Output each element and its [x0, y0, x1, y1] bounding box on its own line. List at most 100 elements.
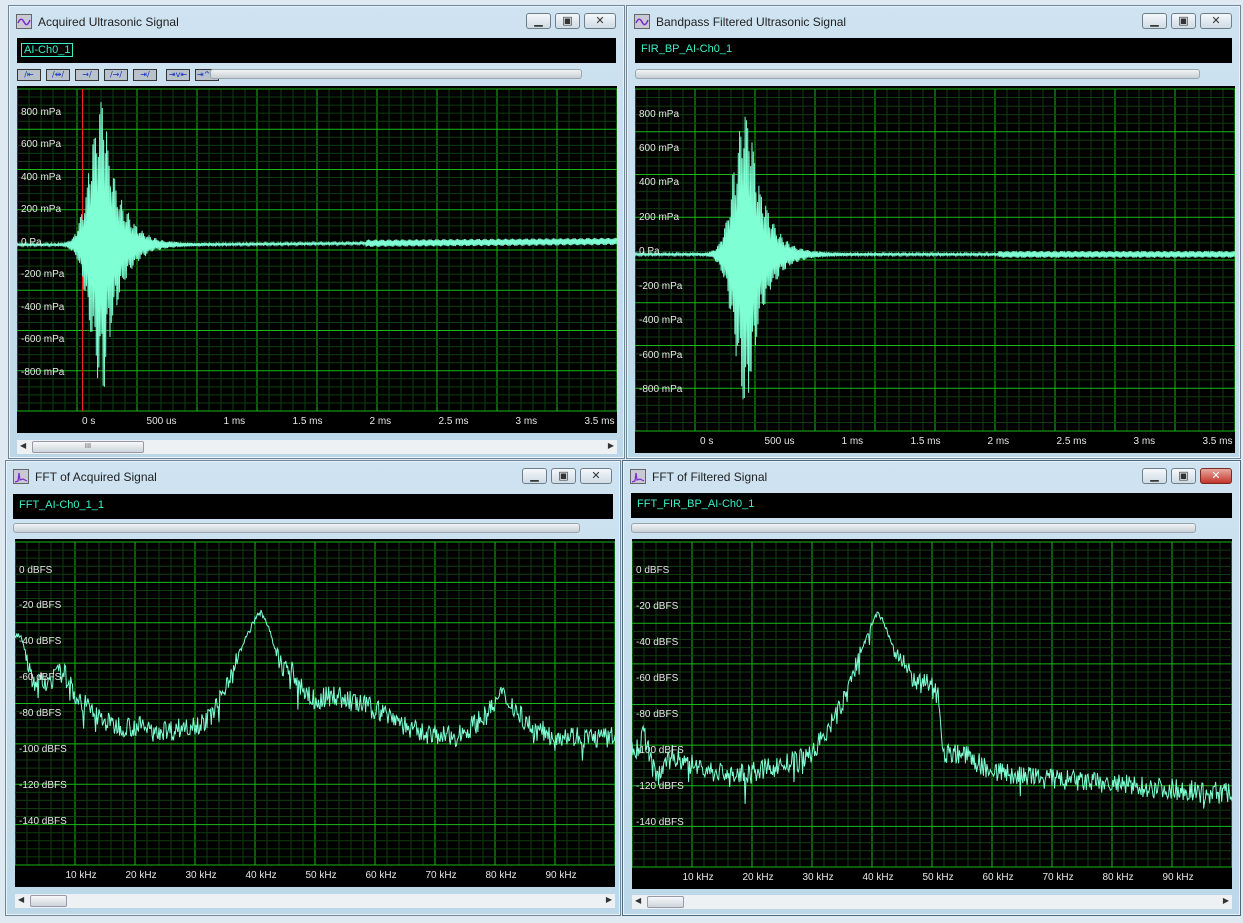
x-tick-label: 1 ms: [224, 416, 246, 427]
position-slider[interactable]: [631, 523, 1196, 533]
scroll-thumb[interactable]: III: [32, 441, 144, 453]
y-tick-label: -40 dBFS: [636, 637, 678, 648]
channel-label[interactable]: FFT_FIR_BP_AI-Ch0_1: [635, 498, 756, 510]
cursor-down-button[interactable]: ⇥v⇤: [166, 69, 190, 81]
scroll-left-arrow[interactable]: ◀: [18, 895, 24, 904]
x-tick-label: 2.5 ms: [1056, 436, 1086, 447]
channel-label[interactable]: FIR_BP_AI-Ch0_1: [639, 43, 734, 55]
close-button[interactable]: ✕: [580, 468, 612, 484]
y-tick-label: 800 mPa: [639, 109, 679, 120]
x-tick-label: 80 kHz: [486, 870, 517, 881]
channel-label[interactable]: AI-Ch0_1: [21, 43, 73, 57]
scroll-left-arrow[interactable]: ◀: [635, 896, 641, 905]
y-tick-label: -100 dBFS: [19, 744, 67, 755]
x-tick-label: 2.5 ms: [438, 416, 468, 427]
position-slider[interactable]: [13, 523, 580, 533]
title-bar[interactable]: Bandpass Filtered Ultrasonic Signal ▁ ▣ …: [627, 6, 1240, 38]
y-tick-label: -200 mPa: [21, 269, 64, 280]
x-tick-label: 2 ms: [988, 436, 1010, 447]
minimize-button[interactable]: ▁: [1142, 468, 1167, 484]
scroll-left-arrow[interactable]: ◀: [20, 441, 26, 450]
spectrum-plot[interactable]: 0 dBFS-20 dBFS-40 dBFS-60 dBFS-80 dBFS-1…: [632, 539, 1232, 889]
title-bar[interactable]: FFT of Filtered Signal ▁ ▣ ✕: [623, 461, 1240, 493]
y-tick-label: 600 mPa: [639, 143, 679, 154]
scroll-thumb[interactable]: [30, 895, 67, 907]
zoom-in-both-button[interactable]: /→/: [104, 69, 128, 81]
y-tick-label: -80 dBFS: [19, 708, 61, 719]
y-tick-label: -60 dBFS: [636, 673, 678, 684]
maximize-button[interactable]: ▣: [1171, 13, 1196, 29]
y-tick-label: 800 mPa: [21, 107, 61, 118]
spectrum-icon: [13, 469, 29, 484]
y-tick-label: -140 dBFS: [636, 817, 684, 828]
minimize-button[interactable]: ▁: [522, 468, 547, 484]
maximize-button[interactable]: ▣: [555, 13, 580, 29]
y-tick-label: 400 mPa: [21, 172, 61, 183]
y-tick-label: -600 mPa: [639, 350, 682, 361]
scroll-thumb[interactable]: [647, 896, 684, 908]
scroll-right-arrow[interactable]: ▶: [608, 441, 614, 450]
acquired-signal-window: Acquired Ultrasonic Signal ▁ ▣ ✕ AI-Ch0_…: [8, 5, 625, 459]
channel-bar: FFT_FIR_BP_AI-Ch0_1: [631, 493, 1232, 518]
window-title: FFT of Acquired Signal: [35, 470, 157, 484]
zoom-toolbar: /⇤ /⇹/ →/ /→/ ⇥/ ⇥v⇤ ⇥^⇤: [17, 69, 219, 81]
x-tick-label: 3.5 ms: [1202, 436, 1232, 447]
plot-canvas: [17, 86, 617, 433]
x-tick-label: 1 ms: [842, 436, 864, 447]
x-tick-label: 1.5 ms: [911, 436, 941, 447]
channel-bar: FIR_BP_AI-Ch0_1: [635, 38, 1232, 63]
y-tick-label: -100 dBFS: [636, 745, 684, 756]
fft-acquired-window: FFT of Acquired Signal ▁ ▣ ✕ FFT_AI-Ch0_…: [5, 460, 621, 916]
x-tick-label: 40 kHz: [246, 870, 277, 881]
plot-canvas: [635, 86, 1235, 453]
x-tick-label: 1.5 ms: [293, 416, 323, 427]
window-title: Acquired Ultrasonic Signal: [38, 15, 179, 29]
channel-label[interactable]: FFT_AI-Ch0_1_1: [17, 499, 106, 511]
y-tick-label: 0 dBFS: [636, 565, 669, 576]
waveform-icon: [16, 14, 32, 29]
horizontal-scrollbar[interactable]: ◀ ▶: [15, 894, 615, 908]
scroll-right-arrow[interactable]: ▶: [1223, 896, 1229, 905]
x-tick-label: 30 kHz: [186, 870, 217, 881]
close-button[interactable]: ✕: [584, 13, 616, 29]
grid: [632, 542, 1232, 867]
x-tick-label: 70 kHz: [426, 870, 457, 881]
plot-canvas: [632, 539, 1232, 889]
y-tick-label: -800 mPa: [639, 384, 682, 395]
close-button[interactable]: ✕: [1200, 468, 1232, 484]
zoom-fit-both-button[interactable]: /⇹/: [46, 69, 70, 81]
spectrum-plot[interactable]: 0 dBFS-20 dBFS-40 dBFS-60 dBFS-80 dBFS-1…: [15, 539, 615, 887]
signal-plot[interactable]: 800 mPa600 mPa400 mPa200 mPa0 Pa-200 mPa…: [17, 86, 617, 433]
zoom-fit-left-button[interactable]: /⇤: [17, 69, 41, 81]
minimize-button[interactable]: ▁: [1142, 13, 1167, 29]
minimize-button[interactable]: ▁: [526, 13, 551, 29]
y-tick-label: -200 mPa: [639, 281, 682, 292]
y-tick-label: -600 mPa: [21, 334, 64, 345]
x-tick-label: 20 kHz: [126, 870, 157, 881]
signal-plot[interactable]: 800 mPa600 mPa400 mPa200 mPa0 Pa-200 mPa…: [635, 86, 1235, 453]
scroll-right-arrow[interactable]: ▶: [606, 895, 612, 904]
horizontal-scrollbar[interactable]: ◀ III ▶: [17, 440, 617, 454]
y-tick-label: -40 dBFS: [19, 636, 61, 647]
spectrum-icon: [630, 469, 646, 484]
title-bar[interactable]: FFT of Acquired Signal ▁ ▣ ✕: [6, 461, 620, 493]
title-bar[interactable]: Acquired Ultrasonic Signal ▁ ▣ ✕: [9, 6, 624, 38]
zoom-right-button[interactable]: →/: [75, 69, 99, 81]
x-tick-label: 3 ms: [515, 416, 537, 427]
x-tick-label: 3 ms: [1133, 436, 1155, 447]
position-slider[interactable]: [635, 69, 1200, 79]
y-tick-label: -120 dBFS: [19, 780, 67, 791]
close-button[interactable]: ✕: [1200, 13, 1232, 29]
maximize-button[interactable]: ▣: [551, 468, 576, 484]
horizontal-scrollbar[interactable]: ◀ ▶: [632, 895, 1232, 909]
x-tick-label: 90 kHz: [1163, 872, 1194, 883]
y-tick-label: -20 dBFS: [636, 601, 678, 612]
y-tick-label: -140 dBFS: [19, 816, 67, 827]
x-tick-label: 70 kHz: [1043, 872, 1074, 883]
maximize-button[interactable]: ▣: [1171, 468, 1196, 484]
zoom-fit-right-button[interactable]: ⇥/: [133, 69, 157, 81]
x-tick-label: 50 kHz: [923, 872, 954, 883]
window-title: FFT of Filtered Signal: [652, 470, 767, 484]
x-tick-label: 500 us: [765, 436, 795, 447]
position-slider[interactable]: [210, 69, 582, 79]
